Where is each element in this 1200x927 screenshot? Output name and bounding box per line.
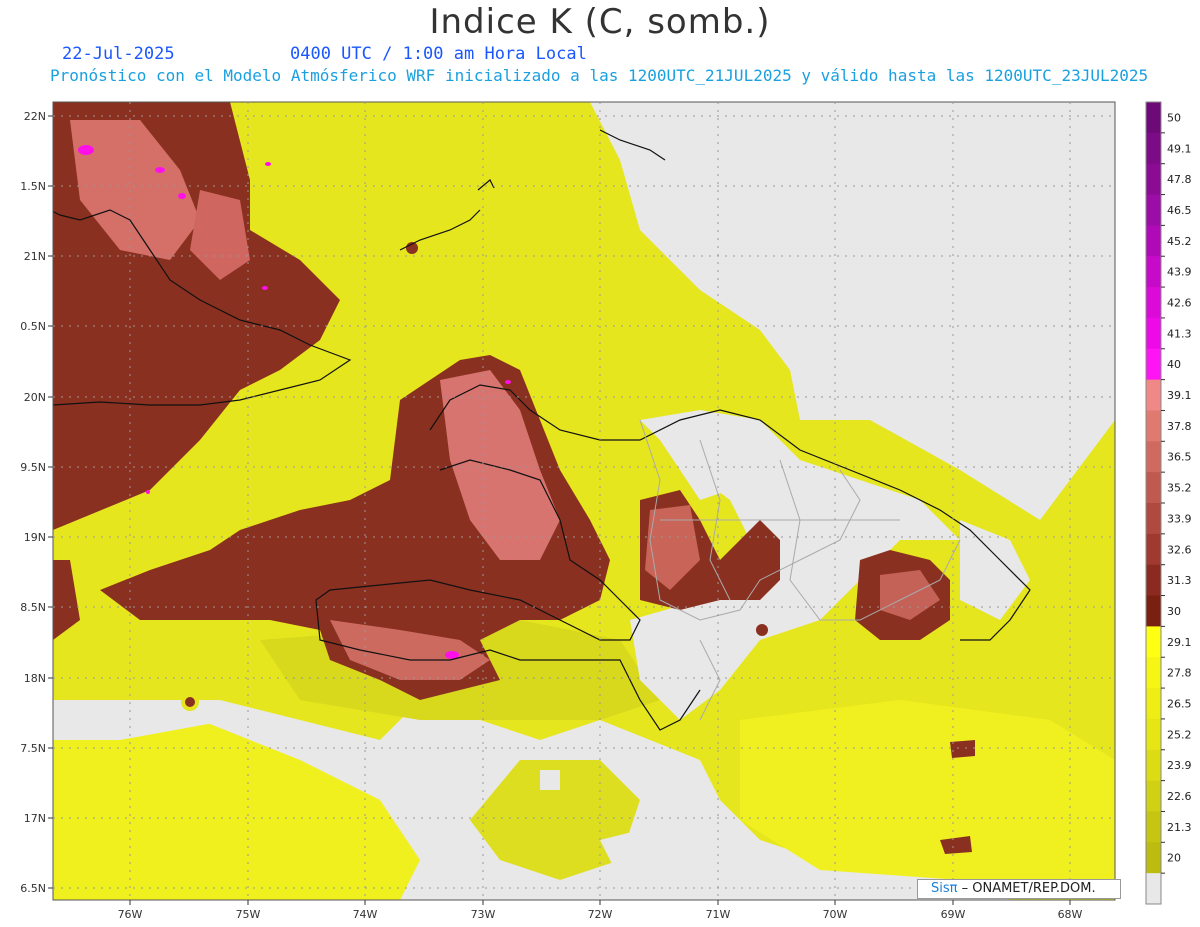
- colorbar: 50 49.1 47.8 46.5 45.2 43.9 42.6 41.3 40 39.1 37.8…: [1145, 101, 1192, 905]
- colorbar-label: 32.6: [1167, 543, 1192, 556]
- k-index-map: 22N 1.5N 21N 0.5N 20N 9.5N 19N 8.5N 18N 7.5N 17N 6.…: [20, 101, 1192, 921]
- colorbar-label: 49.1: [1167, 142, 1192, 155]
- colorbar-label: 23.9: [1167, 759, 1192, 772]
- colorbar-label: 29.1: [1167, 636, 1192, 649]
- colorbar-swatch: [1146, 564, 1161, 597]
- lon-label: 68W: [1058, 908, 1083, 921]
- colorbar-label: 42.6: [1167, 297, 1192, 310]
- lon-label: 74W: [353, 908, 378, 921]
- credit-text: – ONAMET/REP.DOM.: [961, 881, 1096, 896]
- latitude-labels: 22N 1.5N 21N 0.5N 20N 9.5N 19N 8.5N 18N 7.5N 17N 6.…: [20, 110, 53, 895]
- lat-label: 1.5N: [20, 180, 46, 193]
- model-description: Pronóstico con el Modelo Atmósferico WRF…: [50, 66, 1149, 85]
- colorbar-swatch: [1146, 225, 1161, 257]
- colorbar-swatch: [1146, 102, 1161, 134]
- colorbar-label: 27.8: [1167, 667, 1192, 680]
- lat-label: 0.5N: [20, 320, 46, 333]
- lon-label: 72W: [588, 908, 613, 921]
- colorbar-label: 26.5: [1167, 698, 1192, 711]
- colorbar-swatch: [1146, 348, 1161, 381]
- lon-label: 71W: [706, 908, 731, 921]
- lat-label: 20N: [24, 391, 46, 404]
- colorbar-label: 45.2: [1167, 235, 1192, 248]
- map-title: Indice K (C, somb.): [429, 2, 771, 42]
- colorbar-label: 36.5: [1167, 451, 1192, 464]
- colorbar-label: 41.3: [1167, 327, 1192, 340]
- colorbar-label: 43.9: [1167, 266, 1192, 279]
- lat-label: 6.5N: [20, 882, 46, 895]
- colorbar-swatch: [1146, 780, 1161, 812]
- colorbar-label: 21.3: [1167, 821, 1192, 834]
- colorbar-swatch: [1146, 503, 1161, 535]
- colorbar-label: 35.2: [1167, 482, 1192, 495]
- forecast-time: 0400 UTC / 1:00 am Hora Local: [290, 44, 587, 64]
- colorbar-swatch: [1146, 626, 1161, 658]
- colorbar-label: 47.8: [1167, 173, 1192, 186]
- lat-label: 8.5N: [20, 601, 46, 614]
- colorbar-swatch: [1146, 749, 1161, 782]
- lat-label: 19N: [24, 531, 46, 544]
- lat-label: 9.5N: [20, 461, 46, 474]
- lat-label: 21N: [24, 250, 46, 263]
- colorbar-label: 46.5: [1167, 204, 1192, 217]
- colorbar-label: 25.2: [1167, 728, 1192, 741]
- colorbar-swatch: [1146, 873, 1161, 905]
- colorbar-swatch: [1146, 441, 1161, 473]
- credit-box: Sisπ – ONAMET/REP.DOM.: [917, 879, 1121, 899]
- lon-label: 69W: [941, 908, 966, 921]
- colorbar-label: 31.3: [1167, 574, 1192, 587]
- colorbar-label: 33.9: [1167, 512, 1192, 525]
- colorbar-swatch: [1146, 718, 1161, 751]
- colorbar-label: 30: [1167, 605, 1181, 618]
- colorbar-swatch: [1146, 410, 1161, 442]
- colorbar-swatch: [1146, 688, 1161, 720]
- lon-label: 73W: [471, 908, 496, 921]
- lon-label: 75W: [236, 908, 261, 921]
- colorbar-swatch: [1146, 287, 1161, 319]
- colorbar-swatch: [1146, 595, 1161, 627]
- colorbar-label: 39.1: [1167, 389, 1192, 402]
- colorbar-swatch: [1146, 194, 1161, 226]
- lat-label: 18N: [24, 672, 46, 685]
- colorbar-swatch: [1146, 472, 1161, 504]
- colorbar-swatch: [1146, 317, 1161, 350]
- lon-label: 70W: [823, 908, 848, 921]
- colorbar-swatch: [1146, 657, 1161, 689]
- colorbar-swatch: [1146, 533, 1161, 566]
- lat-label: 7.5N: [20, 742, 46, 755]
- colorbar-swatch: [1146, 811, 1161, 843]
- colorbar-swatch: [1146, 842, 1161, 874]
- colorbar-label: 20: [1167, 852, 1181, 865]
- colorbar-label: 22.6: [1167, 790, 1192, 803]
- forecast-date: 22-Jul-2025: [62, 44, 175, 64]
- lat-label: 17N: [24, 812, 46, 825]
- colorbar-label: 37.8: [1167, 420, 1192, 433]
- colorbar-label: 40: [1167, 358, 1181, 371]
- colorbar-swatch: [1146, 256, 1161, 288]
- credit-brand: Sisπ: [931, 881, 958, 896]
- colorbar-swatch: [1146, 379, 1161, 411]
- colorbar-swatch: [1146, 132, 1161, 165]
- longitude-labels: 76W 75W 74W 73W 72W 71W 70W 69W 68W: [118, 900, 1083, 921]
- colorbar-swatch: [1146, 163, 1161, 196]
- lon-label: 76W: [118, 908, 143, 921]
- lat-label: 22N: [24, 110, 46, 123]
- colorbar-label: 50: [1167, 111, 1181, 124]
